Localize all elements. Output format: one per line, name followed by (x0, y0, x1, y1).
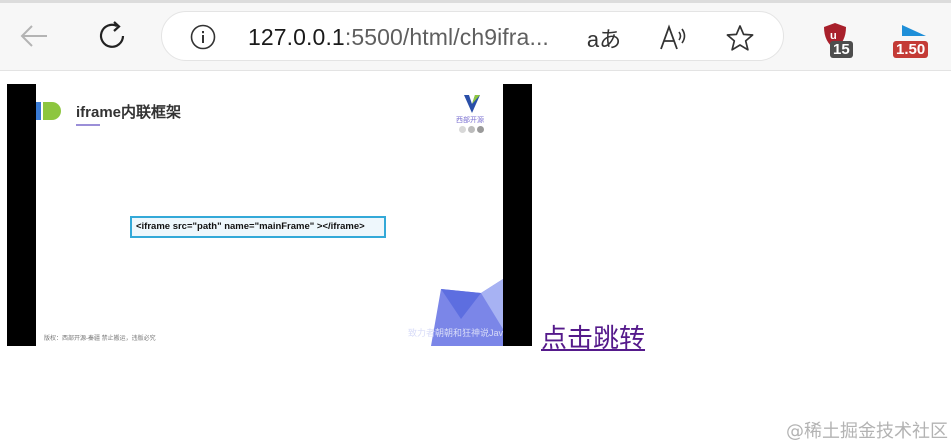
url-host: 127.0.0.1 (248, 24, 345, 50)
read-aloud-icon (660, 24, 686, 50)
url-text[interactable]: 127.0.0.1:5500/html/ch9ifra... (248, 24, 549, 51)
slide-title: iframe内联框架 (76, 104, 182, 121)
course-logo-icon (43, 102, 61, 120)
slide-dot (468, 126, 475, 133)
course-logo-bar (36, 102, 41, 120)
code-example: <iframe src="path" name="mainFrame" ></i… (130, 216, 386, 238)
slide-dot (459, 126, 466, 133)
refresh-icon (99, 21, 125, 48)
iframe-frame[interactable]: iframe内联框架 西部开源 <iframe src="path" name=… (7, 84, 532, 346)
brand-name: 西部开源 (456, 117, 484, 124)
slide-watermark: 致力者朝朝和狂神说Java (408, 328, 503, 338)
star-icon (726, 25, 754, 51)
refresh-button[interactable] (94, 18, 130, 54)
back-arrow-icon (20, 25, 47, 47)
immersive-reader-button[interactable]: aあ (584, 24, 624, 52)
video-slide: iframe内联框架 西部开源 <iframe src="path" name=… (36, 84, 503, 346)
immersive-reader-icon: aあ (586, 27, 622, 52)
browser-toolbar: 127.0.0.1:5500/html/ch9ifra... aあ u 15 1… (0, 0, 951, 71)
ublock-extension-button[interactable]: u 15 (820, 20, 860, 62)
tab-strip-edge (0, 0, 951, 3)
slide-dot (477, 126, 484, 133)
read-aloud-button[interactable] (658, 24, 688, 52)
url-path: :5500/html/ch9ifra... (344, 24, 549, 50)
back-button[interactable] (16, 18, 52, 54)
ublock-badge: 15 (830, 41, 853, 58)
site-info-icon[interactable] (190, 24, 216, 50)
extension-badge: 1.50 (893, 41, 929, 58)
site-watermark: @稀土掘金技术社区 (786, 421, 948, 442)
jump-link[interactable]: 点击跳转 (541, 318, 645, 355)
address-bar[interactable]: 127.0.0.1:5500/html/ch9ifra... aあ (161, 11, 784, 61)
brand-logo-icon (464, 95, 480, 113)
slide-copyright: 版权：西部开源-秦疆 禁止搬运，违版必究 (44, 336, 156, 342)
extension-button[interactable]: 1.50 (893, 20, 935, 62)
title-underline (76, 124, 100, 126)
favorite-button[interactable] (724, 24, 756, 52)
